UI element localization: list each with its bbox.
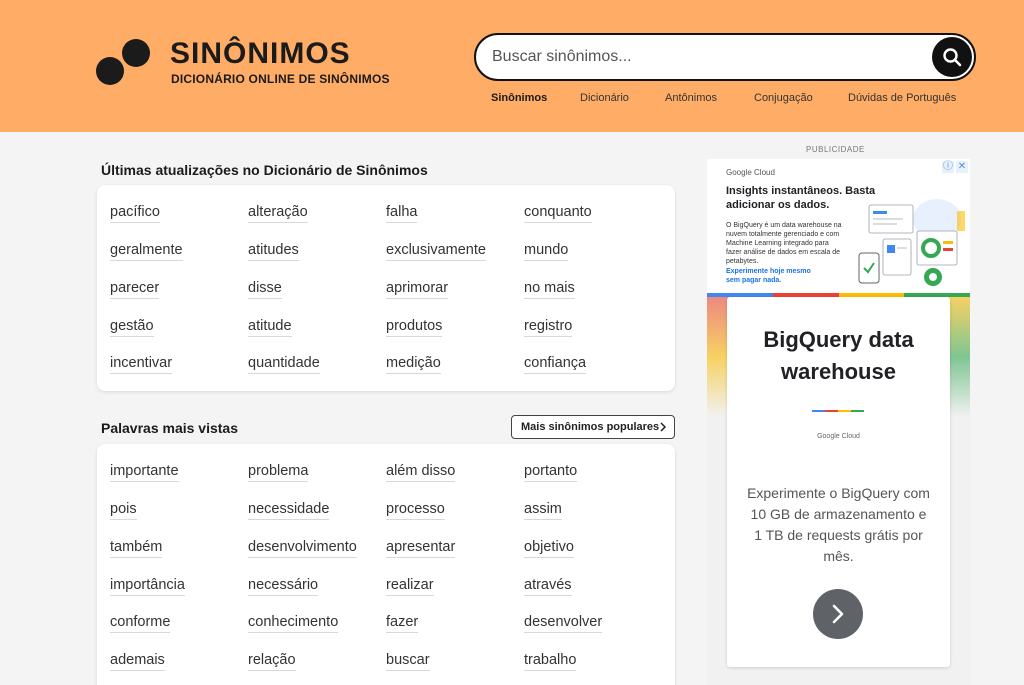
site-logo[interactable]: SINÔNIMOS DICIONÁRIO ONLINE DE SINÔNIMOS bbox=[96, 37, 389, 89]
word-link[interactable]: conhecimento bbox=[248, 614, 339, 633]
word-link[interactable]: gestão bbox=[110, 318, 154, 337]
word-link[interactable]: processo bbox=[386, 501, 445, 520]
close-icon[interactable]: ✕ bbox=[956, 161, 968, 173]
ad-divider bbox=[812, 410, 864, 412]
ad-banner: Google Cloud ⓘ ✕ Insights instantâneos. … bbox=[707, 159, 970, 297]
search-bar bbox=[474, 33, 976, 81]
word-link[interactable]: registro bbox=[524, 318, 573, 337]
advertisement[interactable]: Google Cloud ⓘ ✕ Insights instantâneos. … bbox=[707, 159, 970, 685]
word-link[interactable]: portanto bbox=[524, 463, 578, 482]
more-popular-label: Mais sinônimos populares bbox=[521, 421, 660, 433]
word-link[interactable]: aprimorar bbox=[386, 280, 449, 299]
word-link[interactable]: desenvolvimento bbox=[248, 539, 357, 558]
latest-updates-title: Últimas atualizações no Dicionário de Si… bbox=[101, 162, 428, 178]
nav-dicionario[interactable]: Dicionário bbox=[580, 92, 629, 104]
word-link[interactable]: fazer bbox=[386, 614, 419, 633]
ad-headline: Insights instantâneos. Basta adicionar o… bbox=[726, 185, 876, 211]
word-link[interactable]: medição bbox=[386, 355, 441, 374]
logo-title: SINÔNIMOS bbox=[170, 37, 351, 70]
chevron-right-icon bbox=[660, 422, 667, 432]
word-link[interactable]: através bbox=[524, 577, 572, 596]
word-link[interactable]: produtos bbox=[386, 318, 443, 337]
word-link[interactable]: necessidade bbox=[248, 501, 330, 520]
word-link[interactable]: também bbox=[110, 539, 163, 558]
logo-mark-icon bbox=[96, 37, 152, 87]
dashboard-illustration-icon bbox=[858, 199, 965, 286]
site-header: SINÔNIMOS DICIONÁRIO ONLINE DE SINÔNIMOS… bbox=[0, 0, 1024, 132]
info-icon[interactable]: ⓘ bbox=[942, 161, 954, 173]
ad-side-right bbox=[948, 297, 970, 417]
nav-conjugacao[interactable]: Conjugação bbox=[754, 92, 813, 104]
ad-card-description: Experimente o BigQuery com 10 GB de arma… bbox=[747, 485, 930, 564]
word-link[interactable]: relação bbox=[248, 652, 296, 671]
word-link[interactable]: assim bbox=[524, 501, 562, 520]
nav-sinonimos[interactable]: Sinônimos bbox=[491, 92, 547, 104]
word-link[interactable]: trabalho bbox=[524, 652, 577, 671]
ad-card[interactable]: BigQuery data warehouse Google Cloud Exp… bbox=[727, 297, 950, 667]
word-link[interactable]: realizar bbox=[386, 577, 434, 596]
ad-side-left bbox=[707, 297, 729, 417]
word-link[interactable]: quantidade bbox=[248, 355, 320, 374]
word-link[interactable]: disse bbox=[248, 280, 282, 299]
word-link[interactable]: importante bbox=[110, 463, 179, 482]
arrow-right-icon bbox=[832, 604, 844, 624]
word-link[interactable]: problema bbox=[248, 463, 309, 482]
logo-subtitle: DICIONÁRIO ONLINE DE SINÔNIMOS bbox=[171, 72, 390, 86]
ad-brand: Google Cloud bbox=[726, 168, 775, 177]
word-link[interactable]: além disso bbox=[386, 463, 456, 482]
ad-card-title: BigQuery data warehouse bbox=[763, 327, 914, 384]
word-link[interactable]: incentivar bbox=[110, 355, 173, 374]
ad-link[interactable]: Experimente hoje mesmo sem pagar nada. bbox=[726, 267, 826, 285]
ad-label: PUBLICIDADE bbox=[806, 145, 865, 154]
more-popular-button[interactable]: Mais sinônimos populares bbox=[511, 415, 675, 439]
word-link[interactable]: ademais bbox=[110, 652, 165, 671]
word-link[interactable]: parecer bbox=[110, 280, 160, 299]
word-link[interactable]: pois bbox=[110, 501, 137, 520]
ad-body: O BigQuery é um data warehouse na nuvem … bbox=[726, 222, 842, 265]
latest-updates-card: pacífico alteração falha conquanto geral… bbox=[97, 185, 675, 391]
popular-words-title: Palavras mais vistas bbox=[101, 420, 238, 436]
word-link[interactable]: desenvolver bbox=[524, 614, 603, 633]
word-link[interactable]: exclusivamente bbox=[386, 242, 486, 261]
ad-card-brand: Google Cloud bbox=[817, 433, 860, 440]
word-link[interactable]: necessário bbox=[248, 577, 319, 596]
word-link[interactable]: mundo bbox=[524, 242, 569, 261]
search-input[interactable] bbox=[492, 44, 912, 70]
search-icon bbox=[943, 48, 962, 67]
word-link[interactable]: confiança bbox=[524, 355, 587, 374]
word-link[interactable]: importância bbox=[110, 577, 185, 596]
search-button[interactable] bbox=[932, 37, 972, 77]
nav-antonimos[interactable]: Antônimos bbox=[665, 92, 717, 104]
word-link[interactable]: atitudes bbox=[248, 242, 299, 261]
ad-controls: ⓘ ✕ bbox=[942, 161, 968, 173]
word-link[interactable]: buscar bbox=[386, 652, 430, 671]
word-link[interactable]: no mais bbox=[524, 280, 575, 299]
word-link[interactable]: objetivo bbox=[524, 539, 574, 558]
word-link[interactable]: conquanto bbox=[524, 204, 592, 223]
popular-words-card: importante problema além disso portanto … bbox=[97, 444, 675, 685]
word-link[interactable]: geralmente bbox=[110, 242, 183, 261]
word-link[interactable]: alteração bbox=[248, 204, 308, 223]
word-link[interactable]: apresentar bbox=[386, 539, 456, 558]
word-link[interactable]: falha bbox=[386, 204, 418, 223]
ad-arrow-button[interactable] bbox=[813, 589, 863, 639]
word-link[interactable]: pacífico bbox=[110, 204, 160, 223]
main-nav: Sinônimos Dicionário Antônimos Conjugaçã… bbox=[476, 92, 976, 108]
word-link[interactable]: atitude bbox=[248, 318, 292, 337]
nav-duvidas[interactable]: Dúvidas de Português bbox=[848, 92, 956, 104]
word-link[interactable]: conforme bbox=[110, 614, 171, 633]
